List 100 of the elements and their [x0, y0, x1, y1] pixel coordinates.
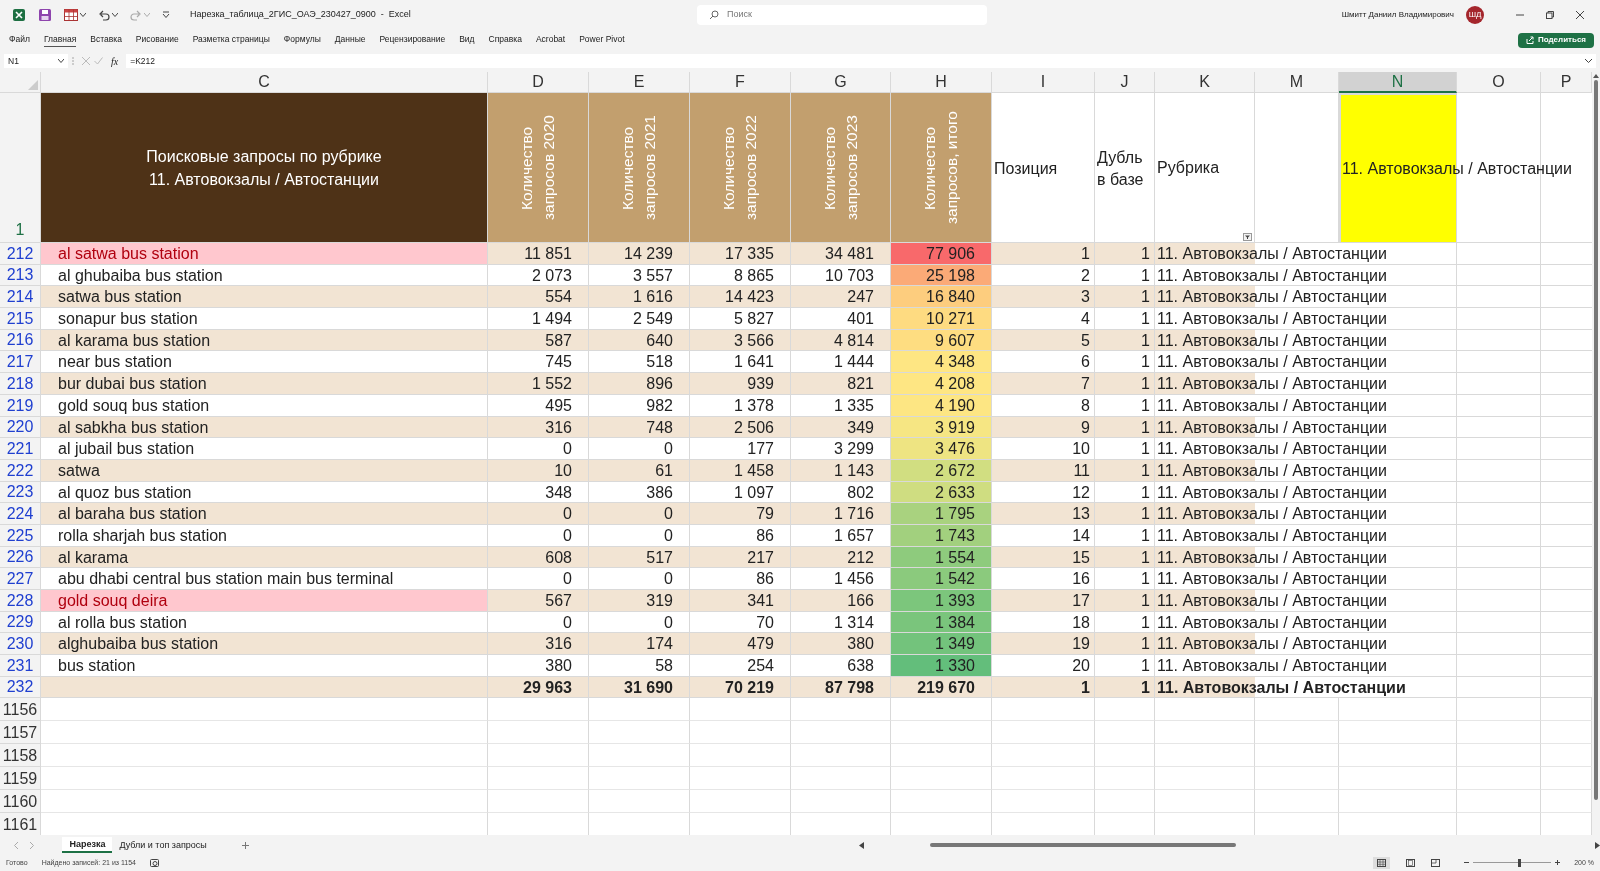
row-header[interactable]: 227 [0, 568, 41, 590]
row-header[interactable]: 213 [0, 264, 41, 287]
undo-button[interactable] [98, 9, 118, 21]
zoom-in-icon[interactable] [1555, 860, 1561, 866]
row-header[interactable]: 1161 [0, 813, 41, 836]
row-header[interactable]: 222 [0, 459, 41, 482]
row-header[interactable]: 212 [0, 243, 41, 265]
grid-icon [1377, 858, 1387, 867]
row-header[interactable]: 228 [0, 590, 41, 612]
scroll-right-icon[interactable] [1595, 841, 1600, 849]
menu-tab[interactable]: Справка [488, 33, 522, 47]
sheet-tab[interactable]: Дубли и топ запросы [112, 837, 214, 854]
save-icon[interactable] [38, 8, 52, 22]
table-cell: 982 [589, 394, 690, 417]
table-cell: 11 [992, 459, 1095, 482]
menu-tab[interactable]: Разметка страницы [192, 33, 270, 47]
zoom-slider[interactable] [1473, 858, 1552, 867]
row-header[interactable]: 1160 [0, 790, 41, 814]
table-cell: 2 672 [891, 459, 992, 482]
scrollbar-thumb[interactable] [1594, 80, 1598, 800]
page-break-icon[interactable] [1431, 858, 1441, 867]
table-style-button[interactable] [64, 9, 86, 21]
row-header[interactable]: 224 [0, 503, 41, 525]
row-header[interactable]: 1 [0, 93, 41, 243]
scrollbar-thumb[interactable] [930, 843, 1237, 848]
row-header[interactable]: 223 [0, 481, 41, 504]
row-header[interactable]: 1157 [0, 721, 41, 745]
user-avatar[interactable]: ШД [1466, 6, 1484, 24]
menu-tab[interactable]: Вставка [90, 33, 122, 47]
row-header[interactable]: 220 [0, 416, 41, 439]
menu-tab[interactable]: Данные [334, 33, 366, 47]
menu-tab[interactable]: Формулы [283, 33, 321, 47]
row-header[interactable]: 226 [0, 546, 41, 569]
menu-tab[interactable]: Power Pivot [579, 33, 625, 47]
row-header[interactable]: 219 [0, 394, 41, 417]
row-header[interactable]: 214 [0, 286, 41, 309]
customize-caret-icon[interactable] [162, 11, 170, 19]
cell-text: rolla sharjah bus station [58, 526, 227, 544]
normal-view-button[interactable] [1373, 856, 1391, 869]
table-cell: 11. Автовокзалы / Автостанции [1155, 394, 1457, 417]
close-icon[interactable] [1576, 11, 1584, 19]
menu-tab[interactable]: Рисование [135, 33, 179, 47]
row-header[interactable]: 218 [0, 373, 41, 395]
add-sheet-icon[interactable] [241, 841, 249, 849]
row-header[interactable]: 215 [0, 308, 41, 330]
table-cell: 1 [1095, 438, 1155, 460]
row-header[interactable]: 229 [0, 611, 41, 634]
row-header[interactable]: 225 [0, 524, 41, 547]
table-cell: 3 566 [690, 329, 791, 352]
row-header[interactable]: 232 [0, 676, 41, 699]
menu-tab[interactable]: Вид [459, 33, 475, 47]
table-cell: 70 [690, 611, 791, 634]
row-header[interactable]: 1158 [0, 744, 41, 768]
table-cell: 2 549 [589, 308, 690, 330]
column-header[interactable]: I [992, 72, 1095, 93]
table-cell: 177 [690, 438, 791, 460]
row-header[interactable]: 217 [0, 351, 41, 374]
table-cell: 11. Автовокзалы / Автостанции [1155, 459, 1457, 482]
share-button[interactable]: Поделиться [1518, 32, 1594, 48]
row-header[interactable]: 216 [0, 329, 41, 352]
restore-icon[interactable] [1546, 11, 1554, 19]
table-cell: 1 [1095, 394, 1155, 417]
filter-button-icon[interactable] [1243, 233, 1252, 241]
column-title: Количество запросов 2021 [618, 114, 659, 222]
table-cell: 1 [1095, 308, 1155, 330]
scroll-left-icon[interactable] [859, 841, 865, 849]
table-cell: 896 [589, 373, 690, 395]
row-header[interactable]: 230 [0, 633, 41, 656]
insert-function-button[interactable]: fx [107, 53, 123, 69]
row-header[interactable]: 1159 [0, 767, 41, 791]
row-header[interactable]: 231 [0, 655, 41, 677]
vertical-scrollbar[interactable] [1592, 72, 1600, 836]
column-header[interactable]: N [1339, 72, 1457, 93]
menu-tab[interactable]: Рецензирование [379, 33, 446, 47]
sheet-tab[interactable]: Нарезка [62, 837, 113, 854]
search-field[interactable]: Поиск [697, 5, 987, 25]
column-header[interactable]: O [1457, 72, 1541, 93]
column-title: Количество запросов, итого [920, 110, 961, 226]
column-header[interactable]: K [1155, 72, 1255, 93]
slider-thumb[interactable] [1518, 858, 1522, 867]
menu-tab[interactable]: Главная [43, 33, 77, 47]
formula-field[interactable]: =K212 [126, 54, 1596, 68]
accessibility-icon[interactable] [150, 858, 159, 867]
name-box[interactable]: N1 [4, 54, 68, 68]
table-cell: 4 348 [891, 351, 992, 374]
table-cell: 70 219 [690, 676, 791, 699]
table-cell: 17 [992, 590, 1095, 612]
table-cell: 1 393 [891, 590, 992, 612]
menu-tab[interactable]: Файл [9, 33, 30, 47]
table-cell: 638 [791, 655, 891, 677]
table-cell: 14 423 [690, 286, 791, 309]
row-header[interactable]: 1156 [0, 698, 41, 722]
row-header[interactable]: 221 [0, 438, 41, 460]
column-header[interactable]: J [1095, 72, 1155, 93]
cell-text: al jubail bus station [58, 440, 195, 458]
zoom-out-icon[interactable] [1464, 860, 1470, 866]
table-cell: 19 [992, 633, 1095, 656]
page-layout-icon[interactable] [1406, 858, 1416, 867]
table-cell: 14 239 [589, 243, 690, 265]
menu-tab[interactable]: Acrobat [535, 33, 566, 47]
